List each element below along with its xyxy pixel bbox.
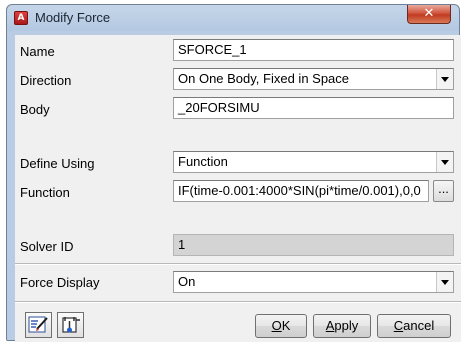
name-label: Name [20, 44, 55, 59]
cancel-label: ancel [403, 318, 435, 333]
force-display-label: Force Display [20, 275, 100, 290]
force-display-dropdown-arrow[interactable] [436, 272, 453, 292]
define-using-value: Function [178, 154, 228, 169]
apply-label: pply [334, 318, 359, 333]
ok-label: K [281, 318, 291, 333]
ok-button[interactable]: OK [255, 314, 307, 338]
edit-notes-button[interactable] [25, 312, 52, 338]
properties-tool-icon [62, 317, 80, 333]
function-label: Function [20, 185, 70, 200]
direction-select[interactable]: On One Body, Fixed in Space [173, 68, 454, 90]
close-button[interactable]: ✕ [407, 5, 451, 24]
divider [15, 263, 461, 265]
cancel-mnemonic: C [393, 318, 404, 333]
define-using-select[interactable]: Function [173, 151, 454, 173]
direction-value: On One Body, Fixed in Space [178, 71, 350, 86]
function-builder-button[interactable]: ... [433, 180, 454, 202]
dialog-body: Name SFORCE_1 Direction On One Body, Fix… [15, 35, 461, 342]
function-input[interactable]: IF(time-0.001:4000*SIN(pi*time/0.001),0,… [173, 180, 429, 202]
window-title: Modify Force [35, 10, 111, 25]
name-input[interactable]: SFORCE_1 [173, 39, 454, 61]
ok-mnemonic: O [271, 318, 282, 333]
title-bar[interactable]: A Modify Force ✕ [7, 5, 459, 31]
define-using-label: Define Using [20, 156, 95, 171]
force-display-value: On [178, 274, 196, 289]
chevron-down-icon [441, 279, 449, 285]
properties-tool-button[interactable] [57, 312, 84, 338]
solver-id-field: 1 [173, 234, 454, 256]
apply-button[interactable]: Apply [313, 314, 371, 338]
body-label: Body [20, 102, 50, 117]
dialog-window: A Modify Force ✕ Name SFORCE_1 Direction… [6, 4, 461, 342]
define-using-dropdown-arrow[interactable] [436, 152, 453, 172]
body-input[interactable]: _20FORSIMU [173, 97, 454, 119]
chevron-down-icon [441, 159, 449, 165]
solver-id-label: Solver ID [20, 239, 74, 254]
cancel-button[interactable]: Cancel [377, 314, 451, 338]
chevron-down-icon [441, 76, 449, 82]
force-display-select[interactable]: On [173, 271, 454, 293]
direction-label: Direction [20, 73, 72, 88]
direction-dropdown-arrow[interactable] [436, 69, 453, 89]
divider [15, 301, 461, 303]
app-logo-icon: A [14, 11, 28, 25]
edit-notes-icon [28, 316, 48, 333]
